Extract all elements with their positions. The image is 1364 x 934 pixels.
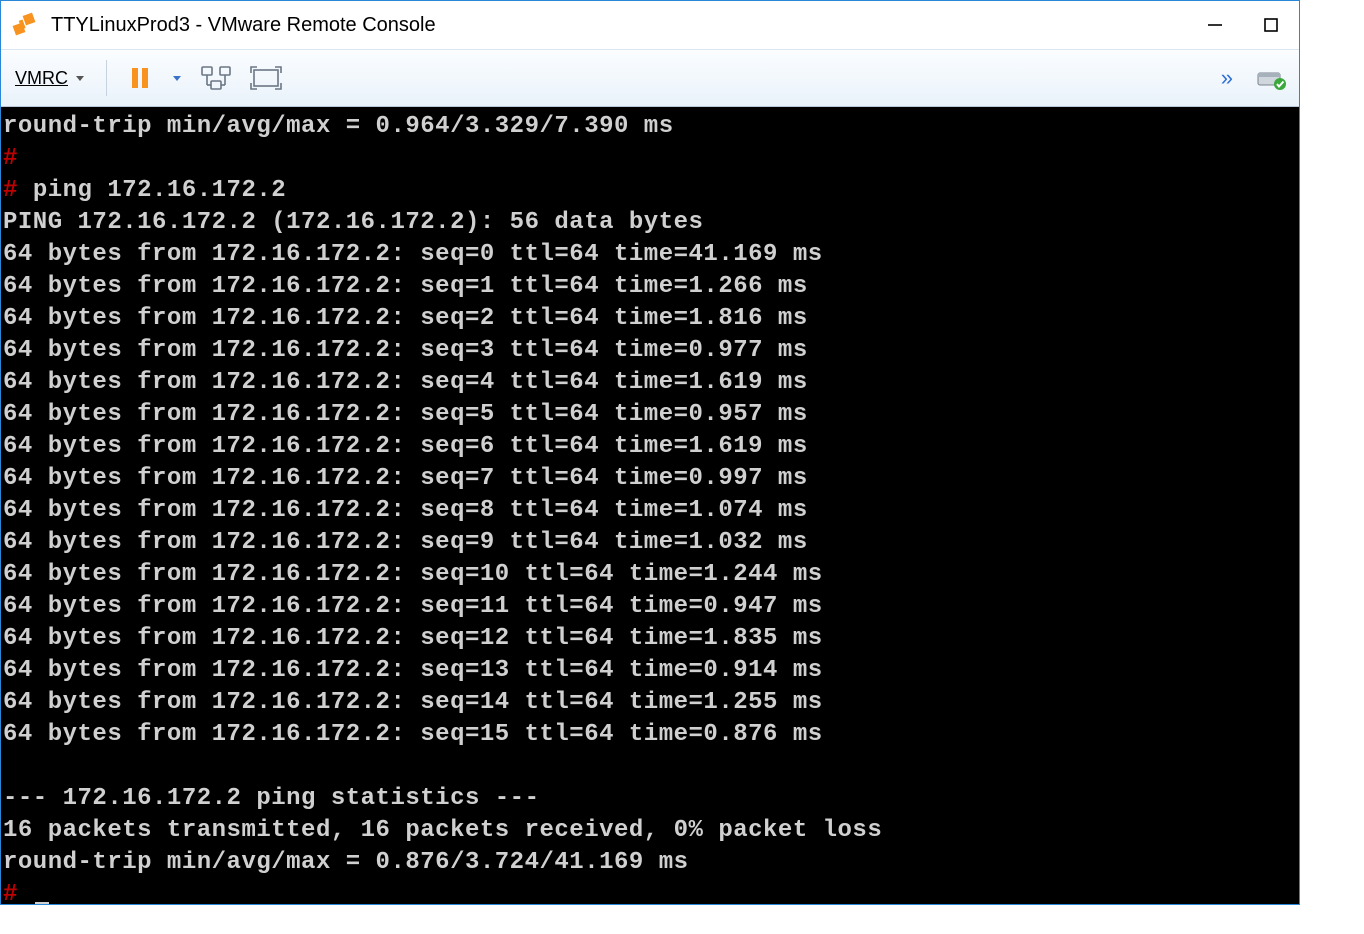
ping-reply: 64 bytes from 172.16.172.2: seq=10 ttl=6… (3, 561, 823, 588)
ping-reply: 64 bytes from 172.16.172.2: seq=7 ttl=64… (3, 465, 808, 492)
send-ctrl-alt-del-button[interactable] (195, 59, 237, 97)
vmrc-menu-label: VMRC (15, 68, 68, 89)
ping-reply: 64 bytes from 172.16.172.2: seq=1 ttl=64… (3, 273, 808, 300)
toolbar-separator (106, 60, 107, 96)
vmware-remote-console-window: TTYLinuxProd3 - VMware Remote Console VM… (0, 0, 1300, 905)
ping-reply: 64 bytes from 172.16.172.2: seq=15 ttl=6… (3, 721, 823, 748)
titlebar[interactable]: TTYLinuxProd3 - VMware Remote Console (1, 1, 1299, 50)
ping-reply: 64 bytes from 172.16.172.2: seq=11 ttl=6… (3, 593, 823, 620)
ping-reply: 64 bytes from 172.16.172.2: seq=5 ttl=64… (3, 401, 808, 428)
shell-prompt: # (3, 177, 18, 204)
ping-reply: 64 bytes from 172.16.172.2: seq=9 ttl=64… (3, 529, 808, 556)
ping-reply: 64 bytes from 172.16.172.2: seq=3 ttl=64… (3, 337, 808, 364)
cursor (35, 902, 49, 904)
vmrc-menu-button[interactable]: VMRC (9, 64, 92, 93)
shell-prompt: # (3, 145, 18, 172)
app-icon (9, 9, 41, 41)
ping-reply: 64 bytes from 172.16.172.2: seq=0 ttl=64… (3, 241, 823, 268)
toolbar-overflow-icon[interactable]: » (1221, 65, 1243, 91)
toolbar: VMRC (1, 50, 1299, 107)
ping-stats-header: --- 172.16.172.2 ping statistics --- (3, 785, 539, 812)
pause-dropdown-arrow[interactable] (167, 68, 187, 88)
ping-reply: 64 bytes from 172.16.172.2: seq=6 ttl=64… (3, 433, 808, 460)
window-title: TTYLinuxProd3 - VMware Remote Console (51, 14, 1187, 37)
minimize-button[interactable] (1187, 1, 1243, 49)
connected-drive-icon[interactable] (1251, 61, 1291, 95)
ping-header: PING 172.16.172.2 (172.16.172.2): 56 dat… (3, 209, 703, 236)
ping-reply: 64 bytes from 172.16.172.2: seq=2 ttl=64… (3, 305, 808, 332)
round-trip-summary-prev: round-trip min/avg/max = 0.964/3.329/7.3… (3, 113, 674, 140)
dropdown-arrow-icon (74, 72, 86, 84)
ping-stats-packets: 16 packets transmitted, 16 packets recei… (3, 817, 882, 844)
window-controls (1187, 1, 1299, 49)
ping-reply: 64 bytes from 172.16.172.2: seq=14 ttl=6… (3, 689, 823, 716)
fullscreen-button[interactable] (245, 60, 287, 96)
ping-reply: 64 bytes from 172.16.172.2: seq=12 ttl=6… (3, 625, 823, 652)
ping-reply: 64 bytes from 172.16.172.2: seq=8 ttl=64… (3, 497, 808, 524)
shell-prompt: # (3, 881, 18, 904)
command-text: ping 172.16.172.2 (33, 177, 286, 204)
pause-button[interactable] (121, 59, 159, 97)
ping-reply: 64 bytes from 172.16.172.2: seq=4 ttl=64… (3, 369, 808, 396)
terminal-output[interactable]: round-trip min/avg/max = 0.964/3.329/7.3… (1, 107, 1299, 904)
maximize-button[interactable] (1243, 1, 1299, 49)
ping-reply: 64 bytes from 172.16.172.2: seq=13 ttl=6… (3, 657, 823, 684)
ping-stats-roundtrip: round-trip min/avg/max = 0.876/3.724/41.… (3, 849, 689, 876)
